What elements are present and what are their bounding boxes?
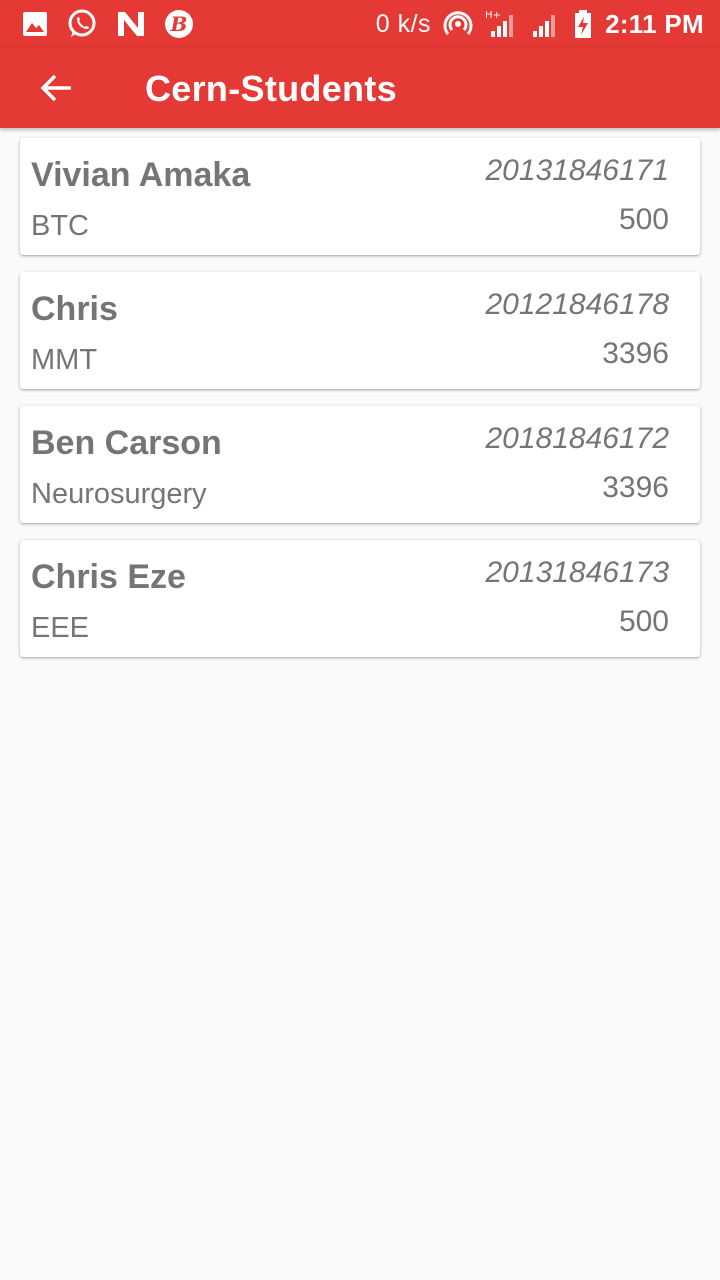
network-type-label: H+ [485, 10, 501, 21]
student-department: EEE [31, 612, 90, 644]
student-card[interactable]: Chris Eze EEE 20131846173 500 [20, 540, 700, 657]
signal-strength-icon: H+ [485, 9, 519, 39]
student-name: Ben Carson [31, 424, 222, 462]
student-amount: 500 [618, 605, 669, 638]
student-amount: 500 [618, 203, 669, 236]
whatsapp-icon [66, 8, 98, 40]
student-id: 20121846178 [485, 288, 669, 321]
battery-charging-icon [573, 9, 593, 39]
student-name: Chris [31, 290, 118, 328]
student-amount: 3396 [602, 471, 669, 504]
page-title: Cern-Students [145, 68, 397, 109]
status-bar: B 0 k/s H+ 2:11 PM [0, 0, 720, 48]
student-card[interactable]: Ben Carson Neurosurgery 20181846172 3396 [20, 406, 700, 523]
notification-icons: B [22, 8, 194, 40]
student-name: Chris Eze [31, 558, 186, 596]
student-card[interactable]: Chris MMT 20121846178 3396 [20, 272, 700, 389]
student-id: 20131846173 [485, 556, 669, 589]
student-name: Vivian Amaka [31, 156, 251, 194]
student-card[interactable]: Vivian Amaka BTC 20131846171 500 [20, 138, 700, 255]
clock: 2:11 PM [605, 8, 704, 39]
student-id: 20181846172 [485, 422, 669, 455]
n-app-icon [116, 10, 146, 38]
student-department: Neurosurgery [31, 478, 207, 510]
gallery-icon [22, 11, 48, 37]
student-amount: 3396 [602, 337, 669, 370]
back-button[interactable] [28, 64, 84, 112]
hotspot-icon [443, 9, 473, 39]
student-id: 20131846171 [485, 154, 669, 187]
student-department: BTC [31, 210, 89, 242]
student-department: MMT [31, 344, 98, 376]
svg-text:B: B [170, 12, 188, 36]
arrow-back-icon [39, 73, 73, 103]
student-list: Vivian Amaka BTC 20131846171 500 Chris M… [20, 138, 700, 674]
b-app-icon: B [164, 9, 194, 39]
signal-strength-icon-2 [531, 9, 561, 39]
network-speed: 0 k/s [375, 9, 432, 38]
app-bar: Cern-Students [0, 48, 720, 128]
system-status: 0 k/s H+ 2:11 PM [376, 8, 704, 40]
